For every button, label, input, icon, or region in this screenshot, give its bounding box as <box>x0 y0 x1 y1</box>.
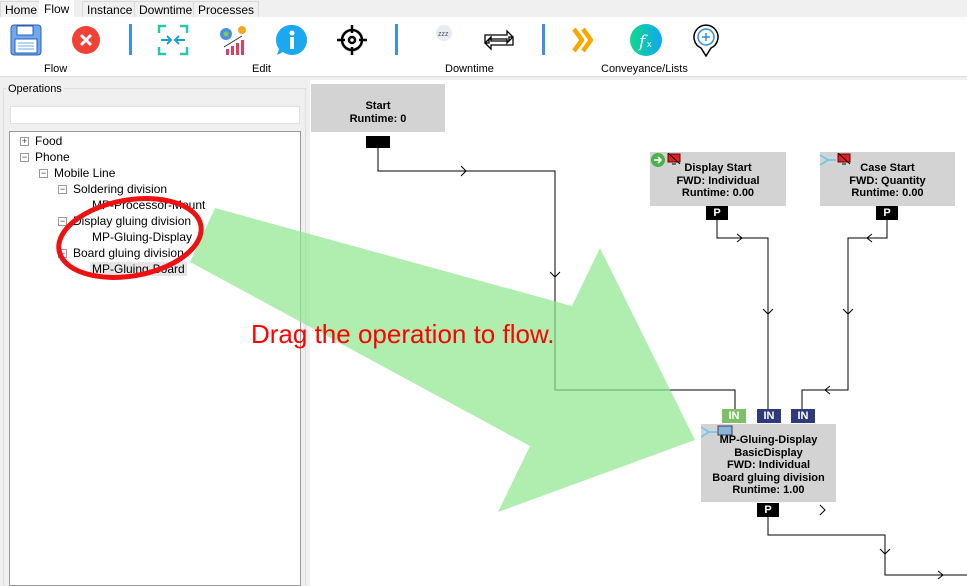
connection-case-to-main <box>801 219 888 409</box>
node-runtime: Runtime: 0 <box>349 112 407 125</box>
start-arrow-icon <box>651 153 665 167</box>
conveyor-in-icon <box>820 154 836 166</box>
node-mp-gluing-display[interactable]: MP-Gluing-Display BasicDisplay FWD: Indi… <box>701 424 836 502</box>
node-runtime: Runtime: 0.00 <box>681 187 755 199</box>
node-division: Board gluing division <box>712 471 825 484</box>
display-icon <box>717 425 733 436</box>
main-input-port[interactable]: IN <box>791 409 815 423</box>
main-input-port[interactable]: IN <box>722 409 746 423</box>
node-runtime: Runtime: 1.00 <box>732 484 805 496</box>
display-start-port[interactable]: P <box>706 206 728 220</box>
node-start[interactable]: Start Runtime: 0 <box>311 84 445 132</box>
connection-display-to-main <box>716 219 769 409</box>
display-off-icon <box>837 153 851 165</box>
arrow-marker <box>460 165 944 580</box>
case-start-port[interactable]: P <box>876 206 898 220</box>
annotation-text: Drag the operation to flow. <box>251 319 555 349</box>
start-output-port[interactable] <box>366 136 390 148</box>
main-output-port[interactable]: P <box>757 503 779 517</box>
node-type: BasicDisplay <box>734 446 803 459</box>
node-title: Start <box>365 100 391 112</box>
node-display-start[interactable]: Display Start FWD: Individual Runtime: 0… <box>650 152 786 206</box>
node-case-start[interactable]: Case Start FWD: Quantity Runtime: 0.00 <box>820 152 955 206</box>
conveyor-in-icon <box>701 426 717 438</box>
node-runtime: Runtime: 0.00 <box>851 187 924 199</box>
node-fwd: FWD: Quantity <box>849 174 926 187</box>
node-fwd: FWD: Individual <box>676 174 760 187</box>
connection-main-out <box>767 516 967 576</box>
main-input-port[interactable]: IN <box>757 409 781 423</box>
node-fwd: FWD: Individual <box>726 459 811 471</box>
display-off-icon <box>667 153 681 165</box>
